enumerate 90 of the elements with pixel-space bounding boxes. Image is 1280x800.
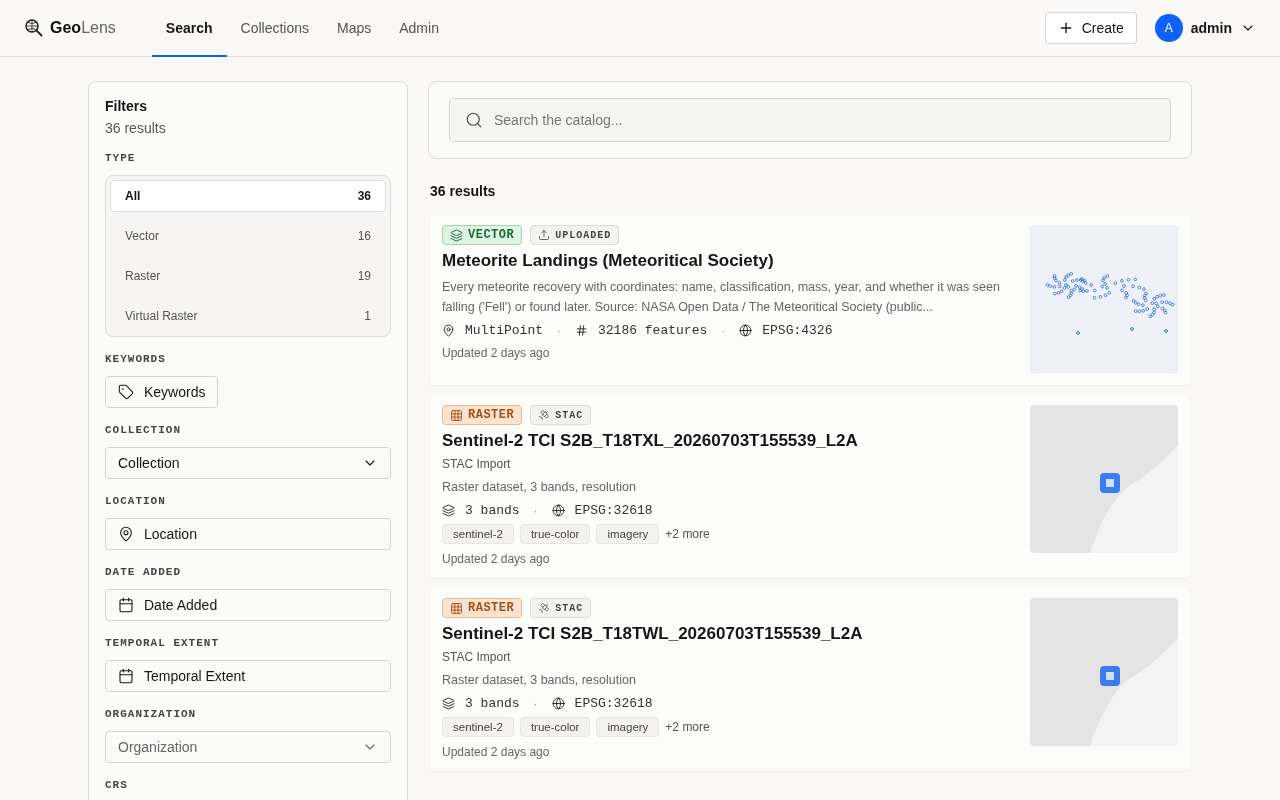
type-option[interactable]: Vector 16 <box>110 220 386 252</box>
result-card[interactable]: RASTER STAC Sentinel-2 TCI S2B_T18TWL_20260703T155539_L2A STAC Import Raster dataset, 3 bands, resolution 3 bands · EPSG:32618 sentinel-2 true-color imagery +2 more Updated 2 days ago <box>430 588 1190 771</box>
option-label: Virtual Raster <box>125 309 198 323</box>
keyword-tag[interactable]: imagery <box>596 717 660 737</box>
select-field[interactable]: Collection <box>105 447 391 479</box>
keyword-tag[interactable]: imagery <box>596 524 660 544</box>
type-badge: RASTER <box>442 598 523 618</box>
dataset-title[interactable]: Meteorite Landings (Meteoritical Society) <box>442 251 1014 271</box>
date-button[interactable]: Temporal Extent <box>105 660 391 692</box>
keywords-button[interactable]: Keywords <box>105 376 219 408</box>
dataset-description: Raster dataset, 3 bands, resolution <box>442 479 637 496</box>
section-label: DATE ADDED <box>105 565 182 579</box>
meta-text: 3 bands <box>465 503 520 518</box>
tag-icon <box>118 384 134 400</box>
keyword-tag[interactable]: true-color <box>519 717 591 737</box>
section-label: ORGANIZATION <box>105 707 198 721</box>
option-count: 36 <box>357 189 371 203</box>
updated-time: Updated 2 days ago <box>442 552 551 566</box>
source-badge: UPLOADED <box>530 225 620 245</box>
section-label: LOCATION <box>105 494 167 508</box>
type-option[interactable]: All 36 <box>110 180 386 212</box>
nav-tab[interactable]: Collections <box>226 1 323 57</box>
meta-text: MultiPoint <box>465 323 543 338</box>
layers-icon <box>442 504 455 517</box>
meta-text: EPSG:4326 <box>762 323 833 338</box>
pin-icon <box>442 324 455 337</box>
calendar-icon <box>118 597 134 613</box>
updated-time: Updated 2 days ago <box>442 745 551 759</box>
filters-title: Filters <box>105 98 148 114</box>
dataset-source: STAC Import <box>442 457 512 471</box>
section-label: CRS <box>105 778 129 792</box>
dataset-description: Raster dataset, 3 bands, resolution <box>442 672 637 689</box>
type-badge: VECTOR <box>442 225 523 245</box>
keyword-tag[interactable]: sentinel-2 <box>442 524 514 544</box>
globe-icon <box>551 504 565 517</box>
dataset-title[interactable]: Sentinel-2 TCI S2B_T18TWL_20260703T155539_L2A <box>442 624 1014 644</box>
create-button[interactable]: Create <box>1044 12 1137 44</box>
type-badge: RASTER <box>442 405 523 425</box>
dataset-source: STAC Import <box>442 650 512 664</box>
nav-tab[interactable]: Maps <box>323 1 386 57</box>
separator-dot: · <box>533 696 538 711</box>
result-card[interactable] <box>430 215 1190 385</box>
type-option[interactable]: Raster 19 <box>110 260 386 292</box>
meta-text: 32186 features <box>598 323 708 338</box>
option-label: All <box>125 189 141 203</box>
option-label: Raster <box>125 269 161 283</box>
separator-dot: · <box>721 323 726 338</box>
user-menu[interactable]: A admin <box>1154 14 1256 42</box>
option-count: 19 <box>357 269 371 283</box>
location-button[interactable]: Location <box>105 518 391 550</box>
hash-icon <box>575 324 588 337</box>
results-count: 36 results <box>105 120 167 136</box>
updated-time: Updated 2 days ago <box>442 346 551 360</box>
brand-logo[interactable]: GeoLens <box>50 19 116 37</box>
nav-tab[interactable]: Search <box>151 1 227 57</box>
result-card[interactable]: RASTER STAC Sentinel-2 TCI S2B_T18TXL_20260703T155539_L2A STAC Import Raster dataset, 3 bands, resolution 3 bands · EPSG:32618 sentinel-2 true-color imagery +2 more Updated 2 days ago <box>430 395 1190 578</box>
globe-icon <box>739 324 753 337</box>
calendar-icon <box>118 668 134 684</box>
more-tags: +2 more <box>665 720 710 734</box>
dataset-title[interactable]: Sentinel-2 TCI S2B_T18TXL_20260703T155539_L2A <box>442 431 1014 451</box>
meta-text: 3 bands <box>465 696 520 711</box>
keyword-tag[interactable]: sentinel-2 <box>442 717 514 737</box>
section-label: TEMPORAL EXTENT <box>105 636 221 650</box>
select-field[interactable]: Organization <box>105 731 391 763</box>
globe-icon <box>551 697 565 710</box>
date-button[interactable]: Date Added <box>105 589 391 621</box>
option-label: Vector <box>125 229 160 243</box>
search-field[interactable]: Search the catalog... <box>449 98 1171 142</box>
results-count: 36 results <box>430 183 497 199</box>
keyword-tag[interactable]: true-color <box>519 524 591 544</box>
source-badge: STAC <box>530 598 592 618</box>
source-badge: STAC <box>530 405 592 425</box>
nav-tab[interactable]: Admin <box>385 1 453 57</box>
meta-text: EPSG:32618 <box>574 696 653 711</box>
section-label: KEYWORDS <box>105 352 167 366</box>
meta-text: EPSG:32618 <box>574 503 653 518</box>
search-icon <box>465 111 483 129</box>
section-label: COLLECTION <box>105 423 182 437</box>
more-tags: +2 more <box>665 527 710 541</box>
option-count: 16 <box>357 229 371 243</box>
section-label: TYPE <box>105 151 137 165</box>
option-count: 1 <box>364 309 371 323</box>
separator-dot: · <box>533 503 538 518</box>
user-avatar: A <box>1154 14 1183 42</box>
separator-dot: · <box>557 323 561 338</box>
pin-icon <box>118 526 134 542</box>
type-option[interactable]: Virtual Raster 1 <box>110 300 386 332</box>
layers-icon <box>442 697 455 710</box>
dataset-description: Every meteorite recovery with coordinates: name, classification, mass, year, and whether it was seen falling ('Fell') or found later. Source: NASA Open Data / The Meteoritical Society (public... <box>442 279 1001 316</box>
magnifier-globe-icon <box>24 18 44 38</box>
